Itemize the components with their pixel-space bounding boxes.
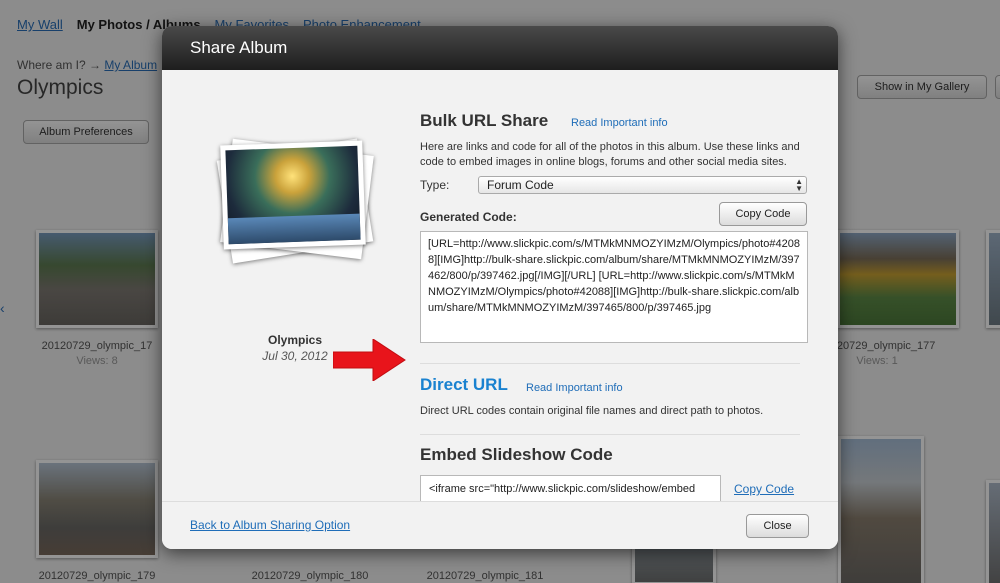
bulk-url-share-title: Bulk URL Share (420, 111, 549, 130)
bulk-read-info-link[interactable]: Read Important info (571, 117, 668, 129)
modal-footer: Back to Album Sharing Option Close (162, 501, 838, 549)
direct-read-info-link[interactable]: Read Important info (526, 382, 623, 394)
type-select-value: Forum Code (487, 178, 554, 192)
type-label: Type: (420, 178, 450, 192)
embed-code-input[interactable]: <iframe src="http://www.slickpic.com/sli… (420, 475, 721, 503)
red-arrow-icon (333, 339, 406, 381)
generated-code-label: Generated Code: (420, 210, 517, 224)
divider (420, 434, 800, 435)
close-button[interactable]: Close (746, 514, 809, 538)
album-cover-stack (212, 125, 374, 285)
bulk-description: Here are links and code for all of the p… (420, 141, 800, 168)
back-to-sharing-link[interactable]: Back to Album Sharing Option (190, 518, 350, 532)
direct-url-title[interactable]: Direct URL (420, 375, 508, 395)
copy-code-button[interactable]: Copy Code (719, 202, 807, 226)
modal-title: Share Album (162, 26, 838, 70)
share-album-modal: Share Album Olympics Jul 30, 2012 Bulk U… (162, 26, 838, 549)
direct-description: Direct URL codes contain original file n… (420, 405, 764, 417)
album-cover-photo (220, 140, 366, 250)
divider (420, 363, 800, 364)
type-select[interactable]: Forum Code ▲ ▼ (478, 176, 807, 194)
olympics-image (225, 145, 361, 245)
generated-code-textarea[interactable]: [URL=http://www.slickpic.com/s/MTMkMNMOZ… (420, 231, 808, 343)
select-arrows-icon: ▲ ▼ (795, 177, 803, 193)
embed-copy-code-link[interactable]: Copy Code (734, 482, 794, 496)
modal-body: Olympics Jul 30, 2012 Bulk URL Share Rea… (162, 70, 838, 503)
embed-slideshow-title: Embed Slideshow Code (420, 445, 613, 464)
stadium-floor (227, 213, 361, 245)
